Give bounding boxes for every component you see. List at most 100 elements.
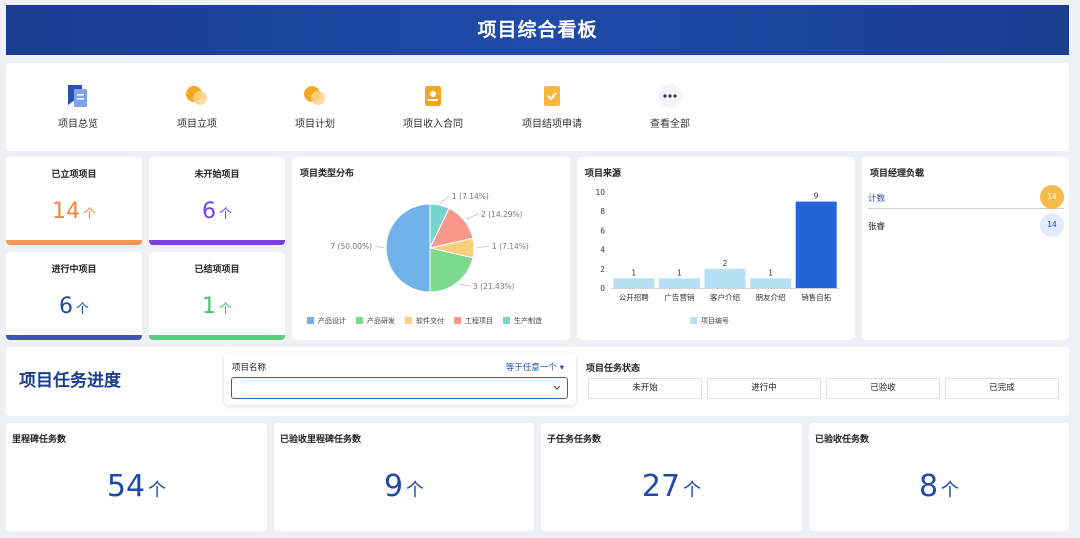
legend-swatch	[356, 317, 363, 324]
section-title: 项目任务进度	[19, 371, 121, 391]
legend-swatch	[405, 317, 412, 324]
legend-item[interactable]: 生产制造	[503, 316, 542, 326]
filter-label: 项目名称	[232, 363, 267, 373]
bar[interactable]	[750, 278, 792, 288]
manager-row[interactable]: 张睿 14	[868, 213, 1064, 237]
bar-value-label: 1	[631, 268, 636, 277]
bar[interactable]	[613, 278, 655, 288]
stat-value: 27 个	[641, 469, 702, 504]
caret-down-icon: ▾	[559, 363, 564, 373]
kpi-accent-bar	[6, 335, 142, 340]
bar[interactable]	[658, 278, 700, 288]
legend-swatch	[503, 317, 510, 324]
status-filter-title: 项目任务状态	[586, 364, 641, 374]
stat-title: 里程碑任务数	[12, 435, 67, 445]
kpi-title: 进行中项目	[51, 265, 97, 275]
y-tick-label: 6	[600, 226, 605, 235]
pie-label-line	[465, 213, 479, 220]
nav-item-income-contract[interactable]: 项目收入合同	[373, 63, 493, 151]
shortcut-panel: 项目总览 项目立项 项目计划 项目收入合同 项目结项申请 查看全部	[6, 63, 1069, 151]
kpi-value: 14 个	[51, 199, 96, 224]
x-tick-label: 朋友介绍	[756, 292, 786, 302]
kpi-title: 已结项项目	[194, 265, 240, 275]
bookmark-icon	[68, 85, 87, 107]
manager-row[interactable]: 计数 14	[868, 185, 1064, 209]
status-option-in-progress[interactable]: 进行中	[707, 378, 821, 399]
y-tick-label: 10	[595, 188, 605, 197]
kpi-card-not-started: 未开始项目 6个	[149, 157, 285, 245]
x-tick-label: 公开招聘	[619, 292, 649, 302]
manager-name: 张睿	[868, 222, 886, 232]
project-type-panel: 项目类型分布 1 (7.14%) 2 (14.29%) 1 (7.14%) 3 (21…	[292, 157, 570, 340]
legend-swatch	[307, 317, 314, 324]
nav-item-view-all[interactable]: 查看全部	[610, 63, 730, 151]
y-tick-label: 0	[600, 284, 605, 293]
x-tick-label: 广告营销	[664, 292, 694, 302]
kpi-card-in-progress: 进行中项目 6个	[6, 252, 142, 340]
manager-count-badge: 14	[1040, 185, 1064, 209]
legend-item[interactable]: 软件交付	[405, 316, 444, 326]
pie-slice[interactable]	[385, 203, 431, 293]
legend-item[interactable]: 产品研发	[356, 316, 395, 326]
filter-mode-dropdown[interactable]: 等于任意一个 ▾	[506, 361, 564, 373]
manager-load-panel: 项目经理负载 计数 14 张睿 14	[862, 157, 1069, 340]
pie-slice-label: 1 (7.14%)	[452, 192, 489, 201]
bar-value-label: 1	[768, 268, 773, 277]
stat-value: 9个	[383, 469, 425, 504]
kpi-value: 6个	[201, 199, 232, 224]
check-document-icon	[544, 86, 560, 106]
kpi-accent-bar	[149, 335, 285, 340]
legend-item[interactable]: 产品设计	[307, 316, 346, 326]
pie-slice-label: 3 (21.43%)	[473, 282, 515, 291]
contract-icon	[425, 86, 441, 106]
pie-slice-label: 2 (14.29%)	[481, 210, 523, 219]
kpi-accent-bar	[6, 240, 142, 245]
project-source-panel: 项目来源 0 2 4 6 8 10 1 公开招聘 1 广告营销 2 客户介绍 1 朋友介绍 9 销售自拓 项目…	[577, 157, 855, 340]
bar[interactable]	[795, 201, 837, 288]
stat-card-subtasks: 子任务任务数 27 个	[541, 423, 802, 531]
nav-item-initiation[interactable]: 项目立项	[137, 63, 257, 151]
project-name-select[interactable]	[231, 377, 568, 399]
bar-chart: 0 2 4 6 8 10 1 公开招聘 1 广告营销 2 客户介绍 1 朋友介绍 9 销售自拓	[595, 188, 839, 302]
stat-title: 子任务任务数	[547, 435, 602, 445]
legend-item[interactable]: 工程项目	[454, 316, 493, 326]
bar-value-label: 9	[814, 192, 819, 201]
project-name-filter: 项目名称 等于任意一个 ▾	[224, 353, 576, 405]
nav-label: 项目结项申请	[522, 119, 582, 130]
legend-item[interactable]: 项目编号	[690, 316, 729, 326]
kpi-title: 未开始项目	[194, 170, 240, 180]
stat-value: 54 个	[106, 469, 167, 504]
nav-label: 项目立项	[177, 119, 217, 130]
page-title: 项目综合看板	[477, 19, 598, 41]
x-tick-label: 客户介绍	[710, 292, 740, 302]
kpi-value: 1个	[201, 294, 232, 319]
stat-card-milestones: 里程碑任务数 54 个	[6, 423, 267, 531]
status-option-not-started[interactable]: 未开始	[588, 378, 702, 399]
pie-label-line	[475, 245, 490, 249]
nav-item-overview[interactable]: 项目总览	[18, 63, 138, 151]
kpi-title: 已立项项目	[51, 170, 97, 180]
pie-label-line	[458, 283, 471, 287]
nav-label: 项目总览	[58, 119, 98, 130]
bar-value-label: 1	[677, 268, 682, 277]
status-option-accepted[interactable]: 已验收	[826, 378, 940, 399]
y-tick-label: 8	[600, 207, 605, 216]
kpi-value: 6个	[58, 294, 89, 319]
more-icon	[658, 84, 682, 108]
circles-icon	[186, 86, 207, 105]
x-tick-label: 销售自拓	[801, 292, 831, 302]
y-tick-label: 4	[600, 246, 605, 255]
nav-label: 项目收入合同	[403, 119, 463, 130]
chevron-down-icon	[553, 385, 561, 390]
stat-title: 已验收任务数	[815, 435, 870, 445]
status-option-completed[interactable]: 已完成	[945, 378, 1059, 399]
bar[interactable]	[704, 268, 746, 288]
nav-label: 项目计划	[295, 119, 335, 130]
stat-card-accepted-milestones: 已验收里程碑任务数 9个	[274, 423, 534, 531]
nav-item-closure-request[interactable]: 项目结项申请	[492, 63, 612, 151]
nav-item-plan[interactable]: 项目计划	[255, 63, 375, 151]
pie-chart: 1 (7.14%) 2 (14.29%) 1 (7.14%) 3 (21.43%) 7 …	[330, 192, 529, 293]
panel-title: 项目经理负载	[870, 169, 925, 179]
pie-slice-label: 7 (50.00%)	[330, 242, 372, 251]
circles-icon	[304, 86, 325, 105]
